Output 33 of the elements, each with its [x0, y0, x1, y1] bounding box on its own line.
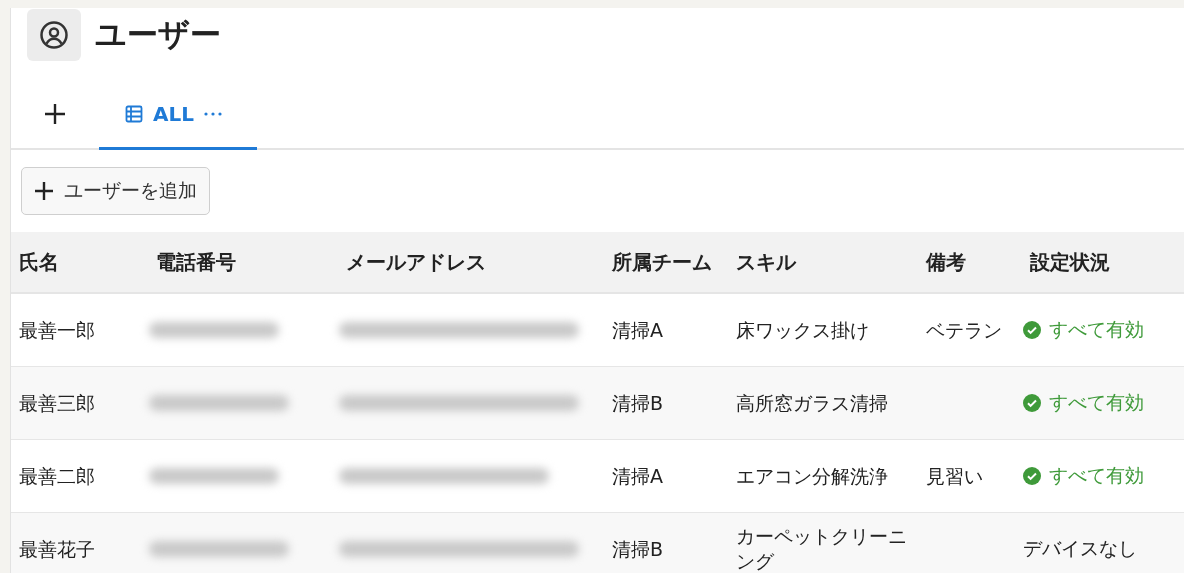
- column-header: 電話番号: [148, 232, 338, 293]
- view-tab[interactable]: ALL: [99, 80, 257, 150]
- table-cell: 清掃B: [604, 366, 728, 440]
- column-header: 氏名: [11, 232, 148, 293]
- column-header: 所属チーム: [604, 232, 728, 293]
- table-cell: 床ワックス掛け: [728, 293, 918, 367]
- status-label: すべて有効: [1049, 463, 1144, 488]
- table-cell: 最善三郎: [11, 366, 148, 440]
- table-cell: 清掃A: [604, 439, 728, 513]
- table-cell: 最善一郎: [11, 293, 148, 367]
- table-cell: ベテラン: [918, 293, 1022, 367]
- column-header: 備考: [918, 232, 1022, 293]
- table-cell: 最善花子: [11, 512, 148, 573]
- column-header: メールアドレス: [338, 232, 604, 293]
- table-cell: カーペットクリーニング: [728, 512, 918, 573]
- more-icon[interactable]: [203, 111, 222, 116]
- table-cell: 清掃A: [604, 293, 728, 367]
- table-cell: 清掃B: [604, 512, 728, 573]
- plus-icon: [34, 181, 54, 201]
- table-cell: エアコン分解洗浄: [728, 439, 918, 513]
- table-cell: 高所窓ガラス清掃: [728, 366, 918, 440]
- page-title: ユーザー: [95, 15, 221, 54]
- user-icon: [39, 20, 69, 50]
- column-header: スキル: [728, 232, 918, 293]
- plus-icon: [44, 103, 66, 125]
- status-label: すべて有効: [1049, 317, 1144, 342]
- column-header: 設定状況: [1022, 232, 1184, 293]
- table-icon: [125, 104, 143, 123]
- table-cell: 最善二郎: [11, 439, 148, 513]
- status-text: デバイスなし: [1023, 536, 1138, 561]
- status-label: すべて有効: [1049, 390, 1144, 415]
- table-cell: 見習い: [918, 439, 1022, 513]
- add-user-button[interactable]: ユーザーを追加: [21, 167, 210, 215]
